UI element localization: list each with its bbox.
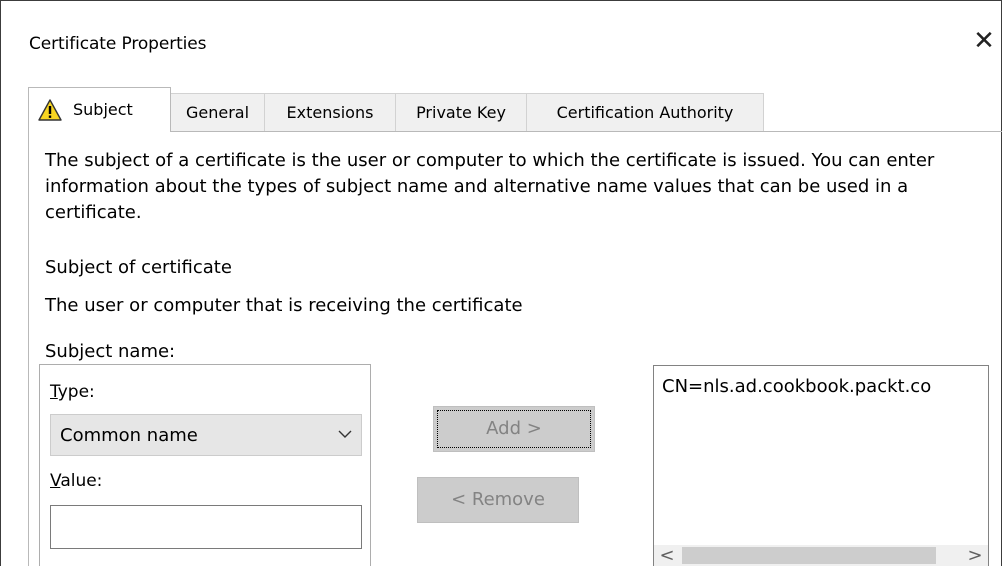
chevron-down-icon <box>338 430 352 438</box>
subject-name-label: Subject name: <box>45 341 176 362</box>
horizontal-scrollbar[interactable]: < > <box>654 545 988 566</box>
certificate-properties-dialog: Certificate Properties ✕ Subject General… <box>0 0 1002 566</box>
type-label-accelerator: T <box>50 382 58 402</box>
value-label-accelerator: V <box>50 471 61 491</box>
type-select-value: Common name <box>60 425 198 446</box>
close-icon[interactable]: ✕ <box>969 26 999 56</box>
tab-panel-border <box>28 131 1002 132</box>
list-item[interactable]: CN=nls.ad.cookbook.packt.co <box>662 376 931 397</box>
scroll-right-icon[interactable]: > <box>962 545 988 566</box>
add-button[interactable]: Add > <box>433 406 595 452</box>
scrollbar-thumb[interactable] <box>682 547 936 564</box>
section-subtext: The user or computer that is receiving t… <box>45 295 523 316</box>
remove-button[interactable]: < Remove <box>417 477 579 523</box>
tab-subject-label: Subject <box>73 100 133 119</box>
tab-general[interactable]: General <box>170 93 265 131</box>
subject-description: The subject of a certificate is the user… <box>45 150 935 223</box>
section-heading: Subject of certificate <box>45 257 232 278</box>
tab-subject[interactable]: Subject <box>28 87 171 132</box>
remove-button-label: < Remove <box>451 489 545 510</box>
value-label: Value: <box>50 471 102 491</box>
scroll-left-icon[interactable]: < <box>654 545 680 566</box>
tab-certification-authority[interactable]: Certification Authority <box>526 93 764 131</box>
tab-private-key[interactable]: Private Key <box>395 93 527 131</box>
warning-icon <box>38 99 62 121</box>
tab-panel-left-border <box>28 131 29 566</box>
subject-list[interactable]: CN=nls.ad.cookbook.packt.co <box>653 365 989 566</box>
dialog-title: Certificate Properties <box>29 34 207 54</box>
tab-extensions[interactable]: Extensions <box>264 93 396 131</box>
focus-rectangle <box>437 410 591 448</box>
value-input[interactable] <box>50 505 362 549</box>
type-select[interactable]: Common name <box>50 414 362 456</box>
type-label-rest: ype: <box>57 382 95 402</box>
value-label-rest: alue: <box>60 471 103 491</box>
type-label: Type: <box>50 382 95 402</box>
